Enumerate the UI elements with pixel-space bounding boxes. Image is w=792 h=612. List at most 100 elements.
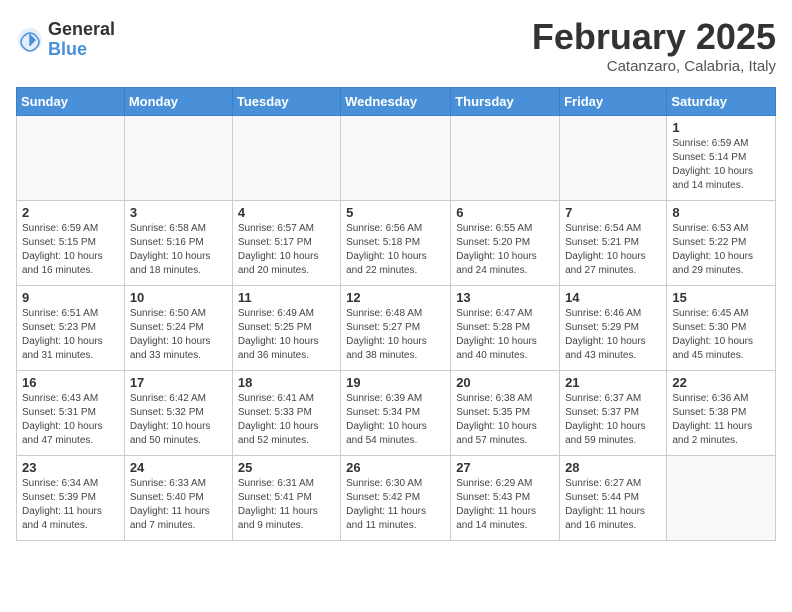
header: General Blue February 2025 Catanzaro, Ca… xyxy=(16,16,776,75)
calendar-cell: 13 Sunrise: 6:47 AM Sunset: 5:28 PM Dayli… xyxy=(451,286,560,371)
day-info: Sunrise: 6:59 AM Sunset: 5:15 PM Dayligh… xyxy=(22,222,119,278)
day-info: Sunrise: 6:38 AM Sunset: 5:35 PM Dayligh… xyxy=(456,392,554,448)
calendar-cell: 20 Sunrise: 6:38 AM Sunset: 5:35 PM Dayli… xyxy=(451,371,560,456)
calendar-cell xyxy=(451,116,560,201)
day-number: 24 xyxy=(130,460,227,475)
logo-blue-text: Blue xyxy=(48,40,115,60)
calendar-cell: 11 Sunrise: 6:49 AM Sunset: 5:25 PM Dayli… xyxy=(232,286,340,371)
calendar-cell xyxy=(667,456,776,541)
day-number: 21 xyxy=(565,375,661,390)
logo-text: General Blue xyxy=(48,20,115,60)
title-area: February 2025 Catanzaro, Calabria, Italy xyxy=(532,16,776,75)
day-header-tuesday: Tuesday xyxy=(232,88,340,116)
day-number: 17 xyxy=(130,375,227,390)
day-info: Sunrise: 6:30 AM Sunset: 5:42 PM Dayligh… xyxy=(346,477,445,533)
calendar-cell: 24 Sunrise: 6:33 AM Sunset: 5:40 PM Dayli… xyxy=(124,456,232,541)
week-row-3: 16 Sunrise: 6:43 AM Sunset: 5:31 PM Dayli… xyxy=(17,371,776,456)
day-number: 13 xyxy=(456,290,554,305)
day-number: 20 xyxy=(456,375,554,390)
day-info: Sunrise: 6:59 AM Sunset: 5:14 PM Dayligh… xyxy=(672,137,770,193)
logo-general-text: General xyxy=(48,20,115,40)
calendar: SundayMondayTuesdayWednesdayThursdayFrid… xyxy=(16,87,776,541)
day-info: Sunrise: 6:49 AM Sunset: 5:25 PM Dayligh… xyxy=(238,307,335,363)
day-info: Sunrise: 6:48 AM Sunset: 5:27 PM Dayligh… xyxy=(346,307,445,363)
calendar-cell: 10 Sunrise: 6:50 AM Sunset: 5:24 PM Dayli… xyxy=(124,286,232,371)
day-number: 3 xyxy=(130,205,227,220)
calendar-cell: 23 Sunrise: 6:34 AM Sunset: 5:39 PM Dayli… xyxy=(17,456,125,541)
day-number: 19 xyxy=(346,375,445,390)
day-info: Sunrise: 6:55 AM Sunset: 5:20 PM Dayligh… xyxy=(456,222,554,278)
calendar-cell: 27 Sunrise: 6:29 AM Sunset: 5:43 PM Dayli… xyxy=(451,456,560,541)
day-number: 14 xyxy=(565,290,661,305)
calendar-cell xyxy=(124,116,232,201)
day-info: Sunrise: 6:41 AM Sunset: 5:33 PM Dayligh… xyxy=(238,392,335,448)
day-info: Sunrise: 6:47 AM Sunset: 5:28 PM Dayligh… xyxy=(456,307,554,363)
day-number: 28 xyxy=(565,460,661,475)
day-info: Sunrise: 6:33 AM Sunset: 5:40 PM Dayligh… xyxy=(130,477,227,533)
day-header-row: SundayMondayTuesdayWednesdayThursdayFrid… xyxy=(17,88,776,116)
calendar-cell: 28Sunrise: 6:27 AM Sunset: 5:44 PM Dayli… xyxy=(560,456,667,541)
day-number: 27 xyxy=(456,460,554,475)
calendar-cell xyxy=(232,116,340,201)
day-header-monday: Monday xyxy=(124,88,232,116)
day-number: 12 xyxy=(346,290,445,305)
day-header-friday: Friday xyxy=(560,88,667,116)
calendar-cell: 4 Sunrise: 6:57 AM Sunset: 5:17 PM Daylig… xyxy=(232,201,340,286)
calendar-cell: 3 Sunrise: 6:58 AM Sunset: 5:16 PM Daylig… xyxy=(124,201,232,286)
day-header-thursday: Thursday xyxy=(451,88,560,116)
calendar-cell: 19 Sunrise: 6:39 AM Sunset: 5:34 PM Dayli… xyxy=(341,371,451,456)
day-info: Sunrise: 6:37 AM Sunset: 5:37 PM Dayligh… xyxy=(565,392,661,448)
day-info: Sunrise: 6:34 AM Sunset: 5:39 PM Dayligh… xyxy=(22,477,119,533)
day-number: 1 xyxy=(672,120,770,135)
day-number: 4 xyxy=(238,205,335,220)
location: Catanzaro, Calabria, Italy xyxy=(532,58,776,75)
calendar-cell: 18Sunrise: 6:41 AM Sunset: 5:33 PM Dayli… xyxy=(232,371,340,456)
calendar-cell: 22Sunrise: 6:36 AM Sunset: 5:38 PM Dayli… xyxy=(667,371,776,456)
calendar-cell: 1 Sunrise: 6:59 AM Sunset: 5:14 PM Daylig… xyxy=(667,116,776,201)
calendar-cell: 9 Sunrise: 6:51 AM Sunset: 5:23 PM Daylig… xyxy=(17,286,125,371)
calendar-cell: 16 Sunrise: 6:43 AM Sunset: 5:31 PM Dayli… xyxy=(17,371,125,456)
calendar-cell: 21 Sunrise: 6:37 AM Sunset: 5:37 PM Dayli… xyxy=(560,371,667,456)
calendar-cell: 7Sunrise: 6:54 AM Sunset: 5:21 PM Daylig… xyxy=(560,201,667,286)
day-number: 15 xyxy=(672,290,770,305)
calendar-cell: 5Sunrise: 6:56 AM Sunset: 5:18 PM Daylig… xyxy=(341,201,451,286)
day-number: 5 xyxy=(346,205,445,220)
day-number: 25 xyxy=(238,460,335,475)
day-number: 10 xyxy=(130,290,227,305)
day-info: Sunrise: 6:43 AM Sunset: 5:31 PM Dayligh… xyxy=(22,392,119,448)
day-info: Sunrise: 6:39 AM Sunset: 5:34 PM Dayligh… xyxy=(346,392,445,448)
day-info: Sunrise: 6:54 AM Sunset: 5:21 PM Dayligh… xyxy=(565,222,661,278)
day-number: 6 xyxy=(456,205,554,220)
calendar-cell: 8 Sunrise: 6:53 AM Sunset: 5:22 PM Daylig… xyxy=(667,201,776,286)
calendar-cell: 2 Sunrise: 6:59 AM Sunset: 5:15 PM Daylig… xyxy=(17,201,125,286)
day-number: 16 xyxy=(22,375,119,390)
calendar-cell xyxy=(17,116,125,201)
day-info: Sunrise: 6:50 AM Sunset: 5:24 PM Dayligh… xyxy=(130,307,227,363)
week-row-1: 2 Sunrise: 6:59 AM Sunset: 5:15 PM Daylig… xyxy=(17,201,776,286)
day-info: Sunrise: 6:57 AM Sunset: 5:17 PM Dayligh… xyxy=(238,222,335,278)
logo-icon xyxy=(16,26,44,54)
day-number: 8 xyxy=(672,205,770,220)
day-header-saturday: Saturday xyxy=(667,88,776,116)
day-info: Sunrise: 6:42 AM Sunset: 5:32 PM Dayligh… xyxy=(130,392,227,448)
day-info: Sunrise: 6:53 AM Sunset: 5:22 PM Dayligh… xyxy=(672,222,770,278)
day-number: 23 xyxy=(22,460,119,475)
day-header-sunday: Sunday xyxy=(17,88,125,116)
calendar-cell xyxy=(560,116,667,201)
day-number: 2 xyxy=(22,205,119,220)
day-info: Sunrise: 6:29 AM Sunset: 5:43 PM Dayligh… xyxy=(456,477,554,533)
day-number: 11 xyxy=(238,290,335,305)
day-info: Sunrise: 6:31 AM Sunset: 5:41 PM Dayligh… xyxy=(238,477,335,533)
calendar-cell: 12 Sunrise: 6:48 AM Sunset: 5:27 PM Dayli… xyxy=(341,286,451,371)
month-title: February 2025 xyxy=(532,16,776,58)
day-number: 26 xyxy=(346,460,445,475)
day-info: Sunrise: 6:51 AM Sunset: 5:23 PM Dayligh… xyxy=(22,307,119,363)
week-row-4: 23 Sunrise: 6:34 AM Sunset: 5:39 PM Dayli… xyxy=(17,456,776,541)
day-info: Sunrise: 6:58 AM Sunset: 5:16 PM Dayligh… xyxy=(130,222,227,278)
day-info: Sunrise: 6:45 AM Sunset: 5:30 PM Dayligh… xyxy=(672,307,770,363)
logo: General Blue xyxy=(16,20,115,60)
calendar-cell xyxy=(341,116,451,201)
day-number: 9 xyxy=(22,290,119,305)
calendar-cell: 6 Sunrise: 6:55 AM Sunset: 5:20 PM Daylig… xyxy=(451,201,560,286)
day-info: Sunrise: 6:46 AM Sunset: 5:29 PM Dayligh… xyxy=(565,307,661,363)
